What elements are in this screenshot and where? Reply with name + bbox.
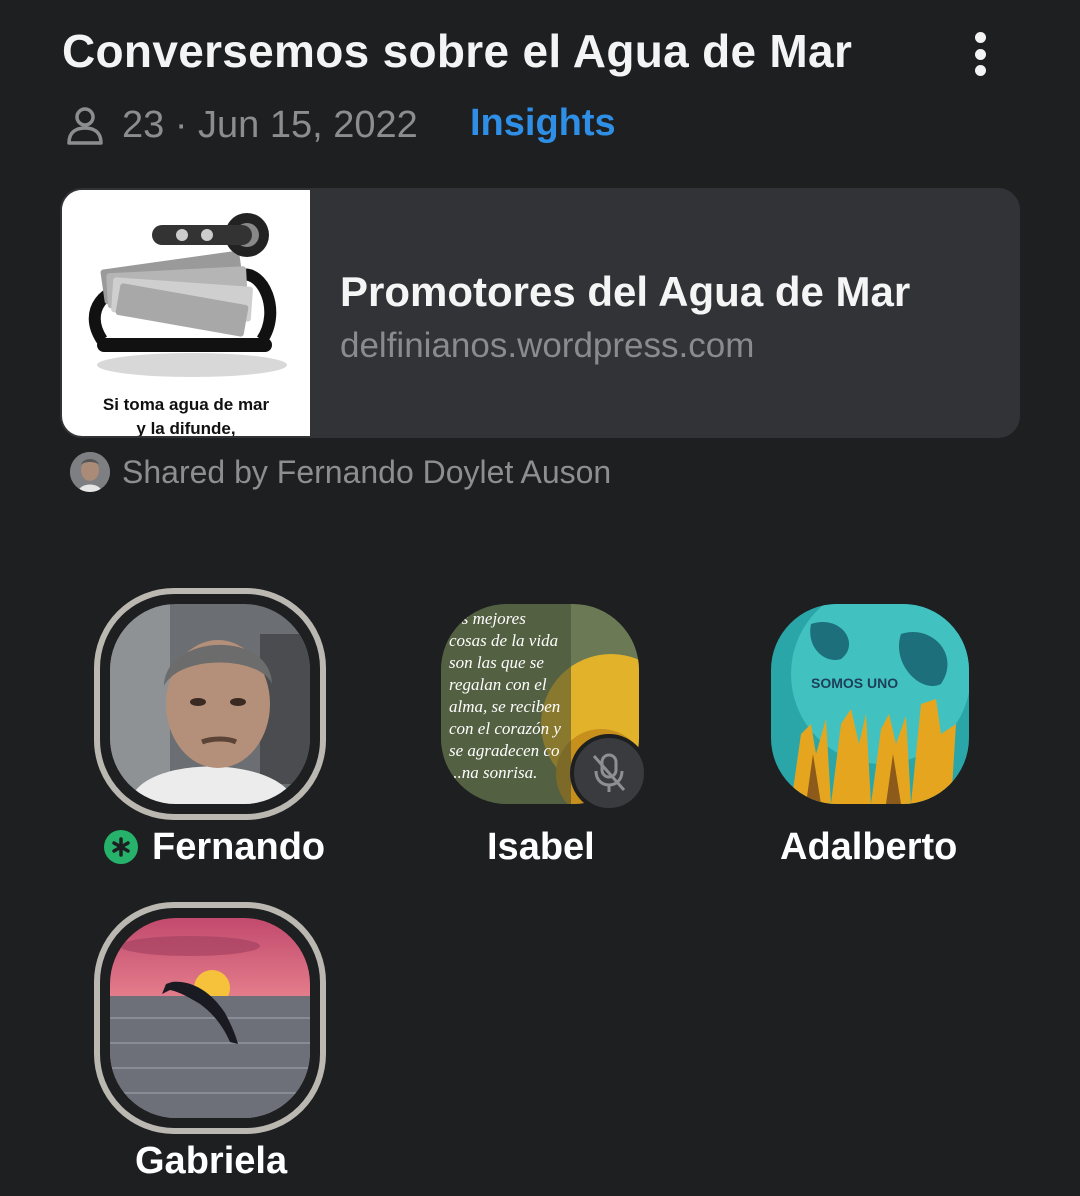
- speaking-indicator: [104, 830, 138, 864]
- speaker-name-gabriela: Gabriela: [135, 1140, 288, 1182]
- insights-link[interactable]: Insights: [470, 102, 616, 145]
- mic-off-icon: [592, 753, 626, 792]
- adalberto-banner: SOMOS UNO: [811, 675, 898, 691]
- listener-count-date: 23 · Jun 15, 2022: [122, 103, 418, 146]
- person-icon: [67, 107, 103, 145]
- thumb-caption-2: y la difunde,: [136, 419, 236, 436]
- rolodex-image: [62, 190, 310, 390]
- speaker-name-fernando: Fernando: [152, 826, 326, 868]
- speaker-name-isabel: Isabel: [487, 826, 595, 868]
- isabel-quote-line: con el corazón y: [449, 719, 561, 738]
- room-title: Conversemos sobre el Agua de Mar: [62, 25, 853, 77]
- isabel-quote-line: regalan con el: [449, 675, 547, 694]
- isabel-quote-line: son las que se: [449, 653, 544, 672]
- more-vertical-icon: [974, 32, 986, 43]
- isabel-quote-line: se agradecen co: [449, 741, 559, 760]
- speaker-name-adalberto: Adalberto: [780, 826, 958, 868]
- thumb-caption-1: Si toma agua de mar: [102, 395, 270, 414]
- shared-link-card[interactable]: Si toma agua de mar y la difunde, Promot…: [60, 188, 1020, 438]
- avatar-fernando[interactable]: [110, 604, 310, 804]
- shared-by-text: Shared by Fernando Doylet Auson: [122, 453, 612, 490]
- isabel-quote-line: alma, se reciben: [449, 697, 560, 716]
- link-domain: delfinianos.wordpress.com: [340, 326, 755, 365]
- isabel-quote-line: ...na sonrisa.: [449, 763, 537, 782]
- avatar-gabriela[interactable]: [110, 918, 310, 1118]
- link-title: Promotores del Agua de Mar: [340, 268, 911, 315]
- isabel-quote-line: ...s mejores: [449, 609, 526, 628]
- room-meta: 23 · Jun 15, 2022 Insights: [66, 100, 616, 150]
- isabel-quote-line: cosas de la vida: [449, 631, 558, 650]
- asterisk-icon: [112, 837, 130, 857]
- link-thumbnail: Si toma agua de mar y la difunde,: [62, 190, 310, 436]
- avatar-adalberto[interactable]: SOMOS UNO: [771, 604, 969, 804]
- more-options-button[interactable]: [960, 28, 1000, 80]
- muted-badge: [570, 734, 648, 812]
- shared-by: Shared by Fernando Doylet Auson: [70, 452, 611, 492]
- sharer-avatar: [70, 452, 110, 492]
